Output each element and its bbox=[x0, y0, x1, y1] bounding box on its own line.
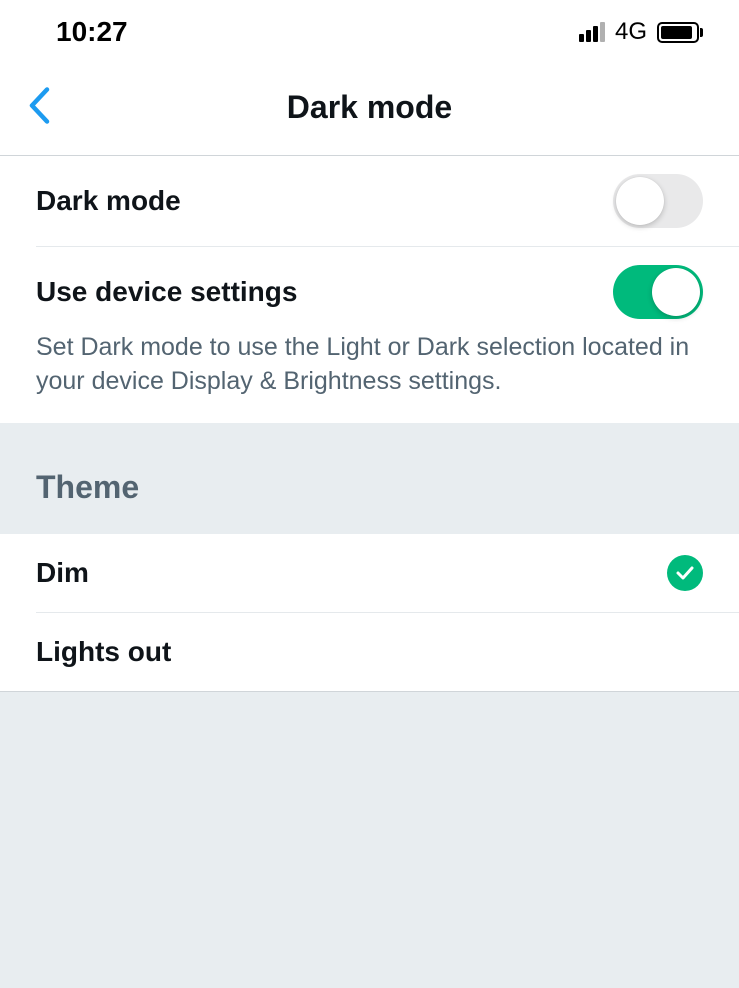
status-indicators: 4G bbox=[579, 18, 703, 46]
theme-option-label: Lights out bbox=[36, 636, 171, 668]
status-time: 10:27 bbox=[56, 16, 128, 48]
dark-mode-label: Dark mode bbox=[36, 185, 181, 217]
theme-options: Dim Lights out bbox=[0, 534, 739, 692]
battery-icon bbox=[657, 22, 703, 43]
dark-mode-section: Dark mode Use device settings Set Dark m… bbox=[0, 156, 739, 423]
use-device-settings-label: Use device settings bbox=[36, 276, 297, 308]
theme-option-label: Dim bbox=[36, 557, 89, 589]
selected-check bbox=[667, 555, 703, 591]
page-title: Dark mode bbox=[287, 89, 452, 126]
theme-section-title: Theme bbox=[36, 469, 703, 506]
use-device-settings-help: Set Dark mode to use the Light or Dark s… bbox=[0, 327, 739, 423]
dark-mode-row: Dark mode bbox=[0, 156, 739, 246]
use-device-settings-toggle[interactable] bbox=[613, 265, 703, 319]
theme-option-dim[interactable]: Dim bbox=[0, 534, 739, 612]
toggle-knob bbox=[652, 268, 700, 316]
theme-option-lights-out[interactable]: Lights out bbox=[0, 613, 739, 691]
back-button[interactable] bbox=[28, 86, 50, 129]
signal-icon bbox=[579, 22, 605, 42]
check-icon bbox=[675, 563, 695, 583]
network-label: 4G bbox=[615, 18, 647, 46]
nav-header: Dark mode bbox=[0, 60, 739, 156]
status-bar: 10:27 4G bbox=[0, 0, 739, 60]
theme-section-header: Theme bbox=[0, 423, 739, 534]
chevron-left-icon bbox=[28, 86, 50, 124]
use-device-settings-row: Use device settings bbox=[0, 247, 739, 327]
dark-mode-toggle[interactable] bbox=[613, 174, 703, 228]
toggle-knob bbox=[616, 177, 664, 225]
